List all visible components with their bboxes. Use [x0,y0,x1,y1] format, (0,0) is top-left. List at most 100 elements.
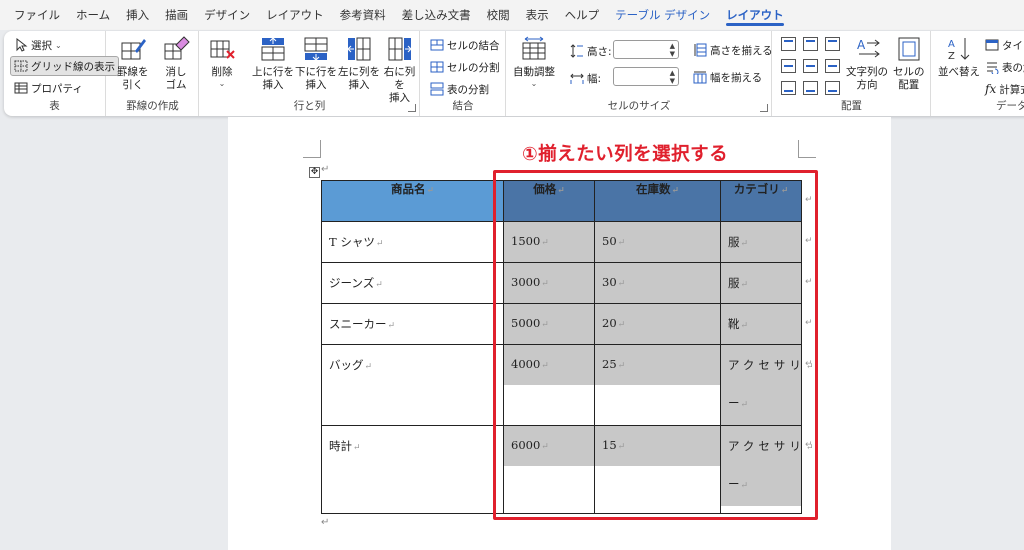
tab-design[interactable]: デザイン [196,0,258,30]
formula-button[interactable]: fx 計算式 [982,79,1024,99]
merge-cells-button[interactable]: セルの結合 [427,35,503,55]
column-width-input[interactable]: ▲ ▼ [613,67,679,86]
column-width-label-group: 幅: [567,68,604,88]
align-middle-center-icon[interactable] [803,59,818,73]
table-cell[interactable]: T シャツ↵ [321,221,504,263]
delete-button[interactable]: 削除 ⌄ [208,35,236,88]
gridlines-label: グリッド線の表示 [31,60,115,73]
table-move-handle-icon[interactable]: ✥ [309,167,320,178]
insert-right-label-1: 右に列を [383,66,416,91]
tab-help[interactable]: ヘルプ [557,0,608,30]
ribbon-tab-bar: ファイル ホーム 挿入 描画 デザイン レイアウト 参考資料 差し込み文書 校閲… [0,0,1024,30]
align-bottom-right-icon[interactable] [825,81,840,95]
properties-button[interactable]: プロパティ [11,78,86,98]
eraser-button[interactable]: 消し ゴム [162,35,190,92]
tab-draw[interactable]: 描画 [157,0,196,30]
eraser-label-2: ゴム [165,79,187,91]
repeat-header-button[interactable]: タイトル [982,35,1024,55]
sort-label: 並べ替え [938,66,980,78]
convert-text-icon [987,62,999,74]
align-top-right-icon[interactable] [825,37,840,51]
distribute-rows-icon [694,43,707,57]
select-label: 選択 [31,39,52,52]
table-cell[interactable]: バッグ↵ [321,344,504,426]
properties-label: プロパティ [31,82,83,95]
group-data: AZ 並べ替え タイトル 表の解 fx 計算式 データ [932,31,1024,116]
split-table-button[interactable]: 表の分割 [427,79,492,99]
insert-column-left-button[interactable]: 左に列を 挿入 [338,35,380,92]
distribute-rows-button[interactable]: 高さを揃える [690,40,776,60]
align-top-center-icon[interactable] [803,37,818,51]
tab-table-layout[interactable]: レイアウト [718,0,792,30]
delete-label: 削除 [211,66,233,78]
insert-row-below-button[interactable]: 下に行を 挿入 [295,35,337,92]
text-direction-label-1: 文字列の [846,66,888,78]
insert-above-label-1: 上に行を [252,66,294,78]
paragraph-mark: ↵ [364,362,373,372]
text-direction-button[interactable]: A 文字列の 方向 [846,35,888,92]
select-button[interactable]: 選択 ⌄ [11,35,65,55]
dialog-launcher-icon[interactable] [760,104,768,112]
group-table: 選択 ⌄ グリッド線の表示 プロパティ 表 [4,31,119,116]
table-cell[interactable]: スニーカー↵ [321,303,504,345]
margin-corner-top-right [798,140,816,158]
row-height-icon [570,44,583,58]
table-delete-icon [210,40,235,59]
chevron-down-icon: ⌄ [55,40,62,50]
table-cell[interactable]: ジーンズ↵ [321,262,504,304]
tab-review[interactable]: 校閲 [479,0,518,30]
insert-column-right-icon [388,37,412,61]
cell-margins-icon [898,37,920,61]
instruction-callout: ①揃えたい列を選択する [522,144,729,165]
paragraph-mark: ↵ [375,280,383,290]
align-top-left-icon[interactable] [781,37,796,51]
cell-margins-label-1: セルの [893,66,925,78]
tab-layout[interactable]: レイアウト [258,0,332,30]
convert-to-text-label: 表の解 [1002,61,1024,74]
split-cells-button[interactable]: セルの分割 [427,57,503,77]
tab-references[interactable]: 参考資料 [332,0,394,30]
align-middle-left-icon[interactable] [781,59,796,73]
merge-cells-label: セルの結合 [447,39,500,52]
insert-column-right-button[interactable]: 右に列を 挿入 [380,35,419,105]
selection-highlight-box [493,170,818,520]
draw-table-button[interactable]: 罫線を 引く [117,35,149,92]
gridlines-toggle[interactable]: グリッド線の表示 [10,56,119,76]
insert-left-label-2: 挿入 [348,79,370,91]
distribute-columns-button[interactable]: 幅を揃える [690,67,765,87]
tab-home[interactable]: ホーム [68,0,118,30]
tab-file[interactable]: ファイル [6,0,68,30]
header-cell-product[interactable]: 商品名↵ [321,180,504,222]
tab-insert[interactable]: 挿入 [118,0,157,30]
group-label-cell-size: セルのサイズ [607,100,671,112]
align-middle-right-icon[interactable] [825,59,840,73]
chevron-down-icon: ⌄ [218,79,226,88]
paragraph-mark: ↵ [321,164,330,175]
spinner-icon[interactable]: ▲ ▼ [670,69,675,85]
cell-margins-label-2: 配置 [898,79,920,91]
group-label-draw-borders: 罫線の作成 [126,100,179,112]
split-table-label: 表の分割 [447,83,489,96]
group-draw-borders: 罫線を 引く 消し ゴム 罫線の作成 [107,31,199,116]
row-height-input[interactable]: ▲ ▼ [613,40,679,59]
tab-mailings[interactable]: 差し込み文書 [394,0,479,30]
spinner-icon[interactable]: ▲ ▼ [670,42,675,58]
dialog-launcher-icon[interactable] [408,104,416,112]
text-direction-label-2: 方向 [856,79,878,91]
align-bottom-center-icon[interactable] [803,81,818,95]
insert-row-above-icon [261,37,285,61]
table-cell[interactable]: 時計↵ [321,425,504,514]
cell-margins-button[interactable]: セルの 配置 [893,35,925,92]
tab-view[interactable]: 表示 [518,0,557,30]
align-bottom-left-icon[interactable] [781,81,796,95]
group-label-rows-columns: 行と列 [293,100,326,112]
eraser-icon [164,36,190,60]
insert-row-above-button[interactable]: 上に行を 挿入 [252,35,294,92]
convert-to-text-button[interactable]: 表の解 [982,57,1024,77]
repeat-header-icon [985,39,999,51]
split-cells-icon [430,61,444,73]
group-label-merge: 結合 [452,100,474,112]
autofit-button[interactable]: 自動調整 ⌄ [513,35,555,88]
sort-button[interactable]: AZ 並べ替え [938,35,980,79]
tab-table-design[interactable]: テーブル デザイン [607,0,718,30]
